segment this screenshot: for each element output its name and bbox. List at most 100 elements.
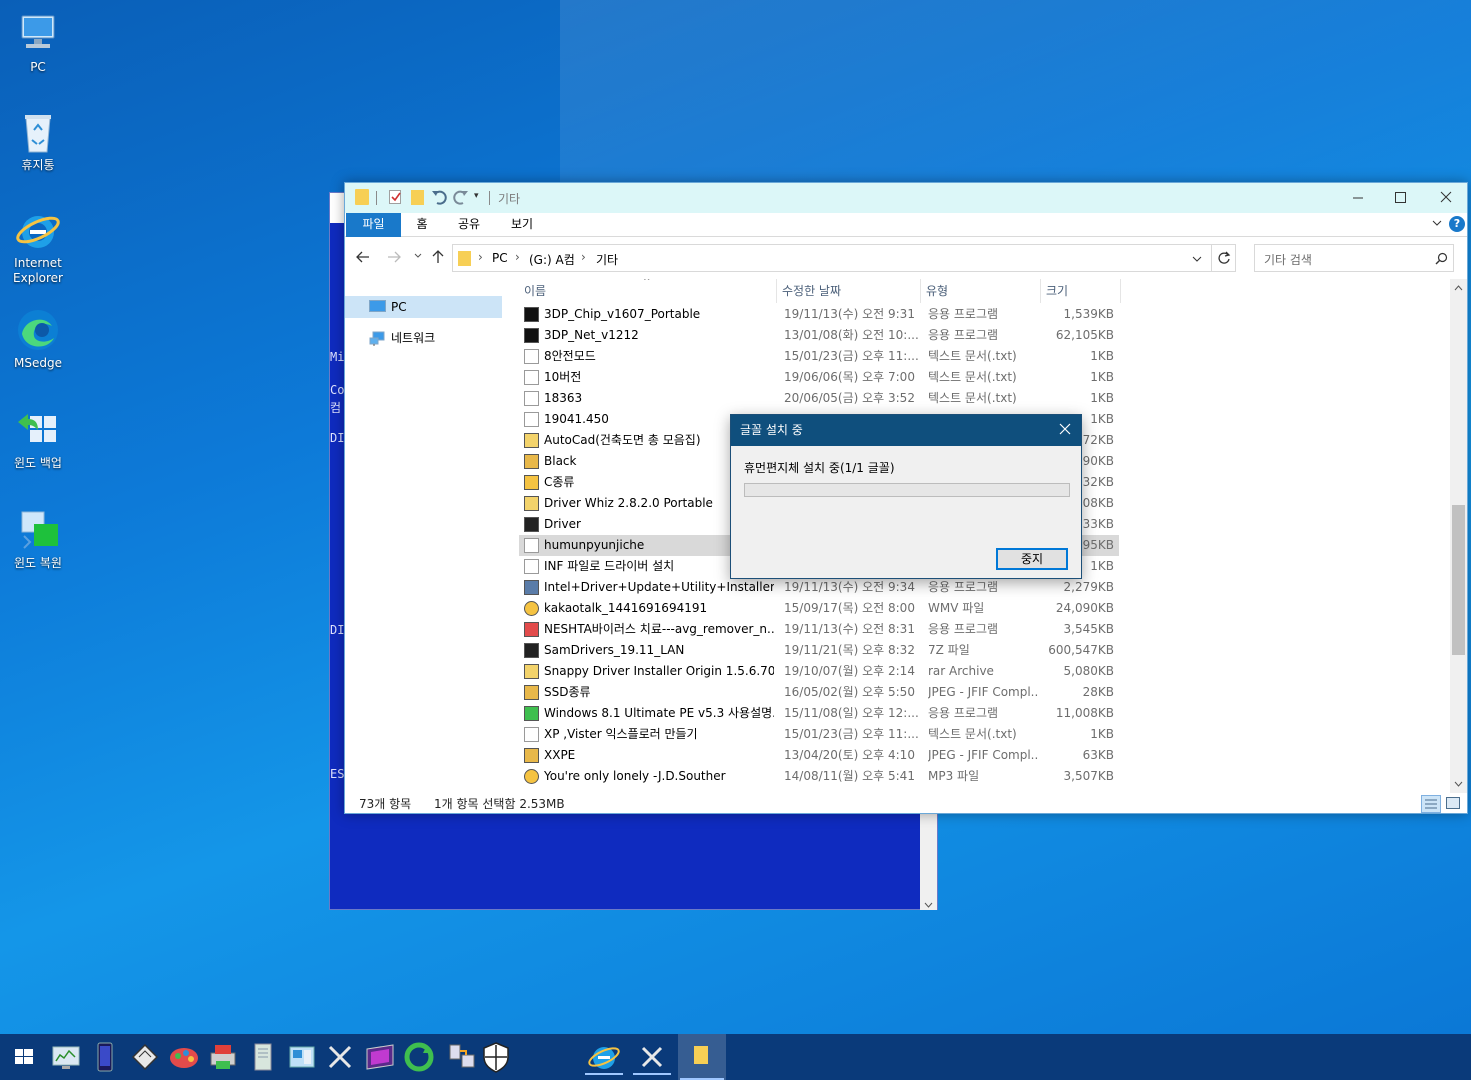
file-row[interactable]: SamDrivers_19.11_LAN 19/11/21(목) 오후 8:32 7…	[519, 640, 1119, 661]
search-input[interactable]: 기타 검색	[1264, 251, 1312, 268]
taskbar-security[interactable]	[478, 1039, 514, 1075]
undo-icon[interactable]	[431, 188, 447, 209]
file-row[interactable]: 3DP_Chip_v1607_Portable 19/11/13(수) 오전 9:…	[519, 304, 1119, 325]
refresh-icon[interactable]	[1217, 251, 1231, 268]
taskbar-media-player[interactable]	[362, 1039, 398, 1075]
maximize-button[interactable]	[1377, 183, 1423, 213]
file-size: 1KB	[1090, 391, 1114, 405]
taskbar-paint[interactable]	[166, 1039, 202, 1075]
dialog-close-button[interactable]	[1049, 415, 1081, 446]
taskbar-tools-running[interactable]	[631, 1039, 673, 1075]
scrollbar-thumb[interactable]	[1452, 505, 1465, 655]
taskbar-tools[interactable]	[322, 1039, 358, 1075]
desktop-icon-pc[interactable]: PC	[0, 10, 76, 75]
tab-file[interactable]: 파일	[346, 213, 401, 237]
file-row[interactable]: NESHTA바이러스 치료---avg_remover_n... 19/11/13…	[519, 619, 1119, 640]
stop-button[interactable]: 중지	[996, 548, 1068, 570]
file-row[interactable]: 8안전모드 15/01/23(금) 오후 11:... 텍스트 문서(.txt) 1K…	[519, 346, 1119, 367]
archive-icon	[524, 433, 539, 448]
back-button[interactable]	[355, 249, 371, 268]
nav-item-network[interactable]: 네트워크	[345, 327, 502, 349]
tab-view[interactable]: 보기	[505, 213, 539, 237]
file-date: 19/10/07(월) 오후 2:14	[784, 664, 915, 678]
nav-item-label: 네트워크	[391, 331, 436, 345]
taskbar-control-panel[interactable]	[284, 1039, 320, 1075]
desktop-icon-window-restore[interactable]: 윈도 복원	[0, 506, 76, 571]
forward-button[interactable]	[386, 249, 402, 268]
explorer-titlebar[interactable]: ▾ 기타	[345, 183, 1467, 213]
address-dropdown-icon[interactable]	[1191, 253, 1203, 268]
scroll-down-icon[interactable]	[1454, 781, 1463, 787]
control-panel-icon	[289, 1046, 315, 1068]
column-header-type[interactable]: 유형	[921, 279, 1041, 303]
scroll-down-icon[interactable]	[924, 902, 933, 908]
text-file-icon	[524, 370, 539, 385]
file-date: 20/06/05(금) 오후 3:52	[784, 391, 915, 405]
column-header-size[interactable]: 크기	[1041, 279, 1121, 303]
redo-icon[interactable]	[453, 188, 469, 209]
file-row[interactable]: Snappy Driver Installer Origin 1.5.6.705…	[519, 661, 1119, 682]
up-button[interactable]	[430, 249, 446, 268]
file-list-scrollbar[interactable]	[1450, 279, 1467, 793]
file-row[interactable]: Intel+Driver+Update+Utility+Installer 19/…	[519, 577, 1119, 598]
column-header-date[interactable]: 수정한 날짜	[777, 279, 921, 303]
new-folder-icon[interactable]	[411, 190, 424, 205]
file-row[interactable]: XXPE 13/04/20(토) 오후 4:10 JPEG - JFIF Compl…	[519, 745, 1119, 766]
file-size: 63KB	[1082, 748, 1114, 762]
file-row[interactable]: 18363 20/06/05(금) 오후 3:52 텍스트 문서(.txt) 1KB	[519, 388, 1119, 409]
file-row[interactable]: SSD종류 16/05/02(월) 오후 5:50 JPEG - JFIF Comp…	[519, 682, 1119, 703]
address-bar[interactable]: › PC › (G:) A컴 › 기타	[452, 244, 1236, 272]
file-row[interactable]: You're only lonely -J.D.Souther 14/08/11(…	[519, 766, 1119, 787]
file-type: 텍스트 문서(.txt)	[928, 370, 1017, 384]
column-header-name[interactable]: 이름	[519, 279, 777, 303]
ribbon-expand-icon[interactable]	[1431, 217, 1443, 232]
taskbar-network-share[interactable]	[444, 1039, 480, 1075]
search-icon[interactable]	[1435, 252, 1448, 268]
breadcrumb-pc[interactable]: PC	[492, 251, 508, 265]
nav-item-pc[interactable]: PC	[345, 296, 502, 318]
desktop-icon-internet-explorer[interactable]: Internet Explorer	[0, 206, 76, 286]
file-row[interactable]: Windows 8.1 Ultimate PE v5.3 사용설명... 15/1…	[519, 703, 1119, 724]
quick-access-dropdown-icon[interactable]: ▾	[474, 191, 479, 201]
search-box[interactable]: 기타 검색	[1254, 244, 1454, 272]
shield-icon	[483, 1042, 509, 1073]
file-size: 3,507KB	[1063, 769, 1114, 783]
large-icons-view-icon[interactable]	[1446, 797, 1460, 809]
tab-home[interactable]: 홈	[407, 213, 437, 237]
start-button[interactable]	[6, 1039, 42, 1075]
dialog-title: 글꼴 설치 중	[731, 415, 1081, 446]
minimize-button[interactable]	[1335, 183, 1381, 213]
properties-icon[interactable]	[389, 190, 401, 204]
taskbar-file-explorer[interactable]	[678, 1034, 726, 1080]
font-file-icon	[524, 538, 539, 553]
file-size: 2,279KB	[1063, 580, 1114, 594]
file-date: 14/08/11(월) 오후 5:41	[784, 769, 915, 783]
recent-locations-icon[interactable]	[413, 250, 423, 264]
file-row[interactable]: XP ,Vister 익스플로러 만들기 15/01/23(금) 오후 11:..…	[519, 724, 1119, 745]
font-install-dialog[interactable]: 글꼴 설치 중 휴먼편지체 설치 중(1/1 글꼴) 중지	[730, 414, 1082, 579]
details-view-icon[interactable]	[1421, 795, 1441, 813]
file-name: 3DP_Net_v1212	[544, 328, 639, 342]
text-file-icon	[524, 391, 539, 406]
taskbar-internet-explorer[interactable]	[583, 1039, 625, 1075]
taskbar-phone[interactable]	[87, 1039, 123, 1075]
breadcrumb-current[interactable]: 기타	[596, 251, 618, 268]
close-button[interactable]	[1423, 183, 1469, 213]
taskbar-printer[interactable]	[205, 1039, 241, 1075]
desktop-icon-recycle-bin[interactable]: 휴지통	[0, 108, 76, 173]
desktop-icon-label: 휴지통	[21, 158, 55, 172]
file-row[interactable]: 3DP_Net_v1212 13/01/08(화) 오전 10:... 응용 프로그…	[519, 325, 1119, 346]
console-text-line: DI	[330, 623, 345, 637]
file-row[interactable]: 10버전 19/06/06(목) 오후 7:00 텍스트 문서(.txt) 1KB	[519, 367, 1119, 388]
file-row[interactable]: kakaotalk_1441691694191 15/09/17(목) 오전 8:…	[519, 598, 1119, 619]
taskbar-disk-tool[interactable]	[127, 1039, 163, 1075]
help-icon[interactable]: ?	[1449, 216, 1465, 232]
taskbar-sync[interactable]	[401, 1039, 437, 1075]
desktop-icon-msedge[interactable]: MSedge	[0, 306, 76, 371]
taskbar-system-monitor[interactable]	[48, 1039, 84, 1075]
desktop-icon-window-backup[interactable]: 윈도 백업	[0, 406, 76, 471]
taskbar-documents[interactable]	[245, 1039, 281, 1075]
scroll-up-icon[interactable]	[1454, 285, 1463, 291]
breadcrumb-drive[interactable]: (G:) A컴	[529, 251, 575, 268]
tab-share[interactable]: 공유	[452, 213, 486, 237]
